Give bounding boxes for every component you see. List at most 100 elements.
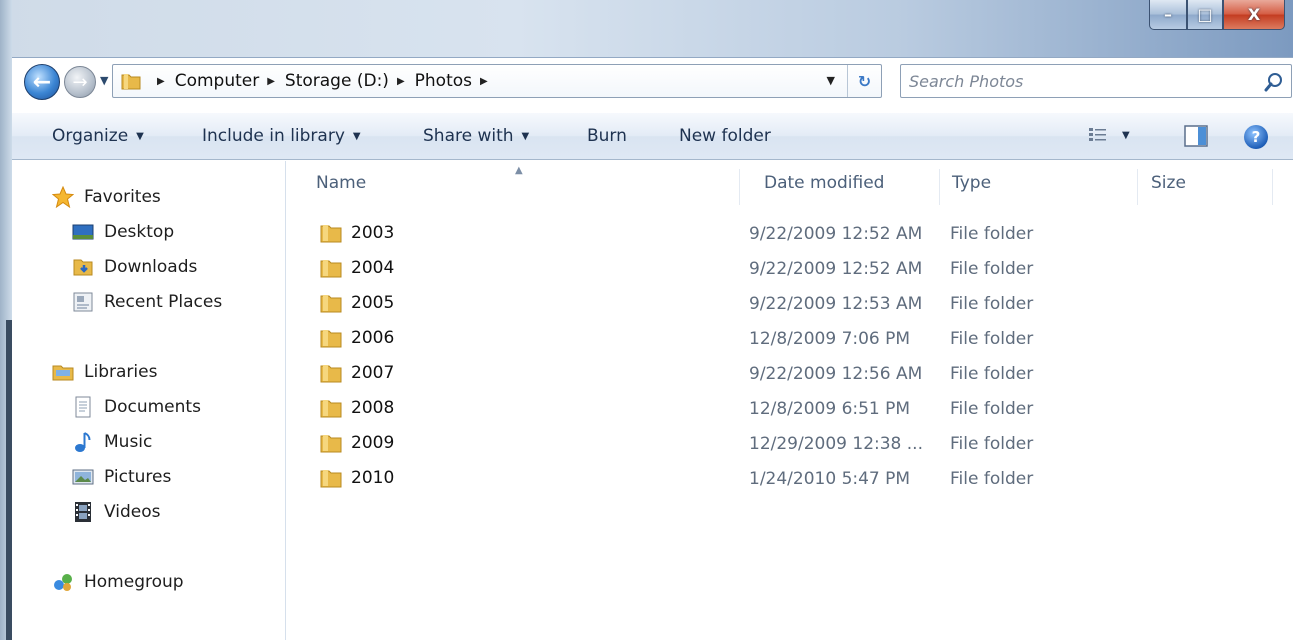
sidebar-item-homegroup[interactable]: Homegroup xyxy=(52,568,184,596)
sidebar-item-label: Downloads xyxy=(104,257,198,277)
sidebar-item-label: Videos xyxy=(104,502,161,522)
file-name-cell: 2004 xyxy=(319,256,394,280)
share-with-label: Share with xyxy=(423,126,514,146)
file-type: File folder xyxy=(950,399,1034,419)
minimize-button[interactable]: – xyxy=(1149,0,1187,30)
videos-film-icon xyxy=(72,501,94,523)
sidebar-item-documents[interactable]: Documents xyxy=(72,393,201,421)
back-button[interactable]: ← xyxy=(24,64,60,100)
table-row[interactable]: 2005 9/22/2009 12:53 AM File folder xyxy=(287,287,1293,322)
column-header-date-modified[interactable]: Date modified xyxy=(764,173,884,201)
forward-arrow-icon: → xyxy=(72,71,88,93)
file-name: 2006 xyxy=(351,328,395,348)
include-in-library-menu[interactable]: Include in library ▼ xyxy=(202,113,361,159)
title-bar[interactable] xyxy=(0,0,1293,58)
breadcrumb-storage[interactable]: Storage (D:) xyxy=(285,71,389,91)
preview-pane-icon[interactable] xyxy=(1184,125,1208,147)
sidebar-item-pictures[interactable]: Pictures xyxy=(72,463,171,491)
sidebar-item-downloads[interactable]: Downloads xyxy=(72,253,197,281)
refresh-button[interactable]: ↻ xyxy=(847,65,881,97)
breadcrumb-arrow-icon[interactable]: ▶ xyxy=(397,76,405,87)
new-folder-label: New folder xyxy=(679,126,771,146)
folder-icon xyxy=(121,74,141,90)
file-date-modified: 1/24/2010 5:47 PM xyxy=(749,469,911,489)
table-row[interactable]: 2009 12/29/2009 12:38 ... File folder xyxy=(287,427,1293,462)
share-with-menu[interactable]: Share with ▼ xyxy=(423,113,529,159)
file-type: File folder xyxy=(950,469,1034,489)
sort-ascending-icon: ▲ xyxy=(515,165,523,176)
sidebar-item-label: Desktop xyxy=(104,222,175,242)
column-divider[interactable] xyxy=(1137,169,1138,205)
table-row[interactable]: 2007 9/22/2009 12:56 AM File folder xyxy=(287,357,1293,392)
sidebar-item-favorites[interactable]: Favorites xyxy=(52,183,161,211)
navigation-row: ← → ▼ ▶ Computer ▶ Storage (D:) ▶ Photos… xyxy=(20,62,1292,102)
breadcrumb-photos[interactable]: Photos xyxy=(415,71,472,91)
sidebar-item-label: Homegroup xyxy=(84,572,184,592)
file-date-modified: 9/22/2009 12:52 AM xyxy=(749,259,923,279)
file-name-cell: 2005 xyxy=(319,291,394,315)
file-type: File folder xyxy=(950,329,1034,349)
column-header-size[interactable]: Size xyxy=(1151,173,1186,201)
back-arrow-icon: ← xyxy=(32,69,52,95)
table-row[interactable]: 2010 1/24/2010 5:47 PM File folder xyxy=(287,462,1293,497)
help-icon[interactable]: ? xyxy=(1244,125,1268,149)
caption-buttons: – □ X xyxy=(1149,0,1285,32)
maximize-button[interactable]: □ xyxy=(1187,0,1223,30)
file-type: File folder xyxy=(950,224,1034,244)
breadcrumb: ▶ Computer ▶ Storage (D:) ▶ Photos ▶ xyxy=(149,65,498,97)
breadcrumb-arrow-icon[interactable]: ▶ xyxy=(267,76,275,87)
table-row[interactable]: 2008 12/8/2009 6:51 PM File folder xyxy=(287,392,1293,427)
documents-icon xyxy=(72,396,94,418)
file-list: Name ▲ Date modified Type Size 2003 9/22… xyxy=(287,161,1293,640)
command-bar: Organize ▼ Include in library ▼ Share wi… xyxy=(12,112,1293,160)
address-bar[interactable]: ▶ Computer ▶ Storage (D:) ▶ Photos ▶ ▼ ↻ xyxy=(112,64,882,98)
breadcrumb-computer[interactable]: Computer xyxy=(175,71,260,91)
forward-button[interactable]: → xyxy=(64,66,96,98)
music-note-icon xyxy=(72,431,94,453)
search-input[interactable] xyxy=(909,69,1249,93)
column-divider[interactable] xyxy=(939,169,940,205)
recent-pages-dropdown[interactable]: ▼ xyxy=(100,74,108,87)
file-date-modified: 12/8/2009 7:06 PM xyxy=(749,329,911,349)
sidebar-item-videos[interactable]: Videos xyxy=(72,498,161,526)
table-row[interactable]: 2006 12/8/2009 7:06 PM File folder xyxy=(287,322,1293,357)
file-date-modified: 9/22/2009 12:56 AM xyxy=(749,364,923,384)
folder-icon xyxy=(320,225,342,243)
breadcrumb-arrow-icon[interactable]: ▶ xyxy=(157,76,165,87)
file-date-modified: 12/8/2009 6:51 PM xyxy=(749,399,911,419)
column-header-name[interactable]: Name xyxy=(316,173,366,201)
sidebar-item-music[interactable]: Music xyxy=(72,428,152,456)
search-icon[interactable] xyxy=(1263,71,1285,93)
file-name-cell: 2006 xyxy=(319,326,394,350)
sidebar-item-libraries[interactable]: Libraries xyxy=(52,358,157,386)
sidebar-item-recent-places[interactable]: Recent Places xyxy=(72,288,222,316)
search-box[interactable] xyxy=(900,64,1292,98)
breadcrumb-arrow-icon[interactable]: ▶ xyxy=(480,76,488,87)
column-divider[interactable] xyxy=(739,169,740,205)
change-view-button[interactable]: ▼ xyxy=(1088,125,1130,145)
recent-places-icon xyxy=(72,291,94,313)
burn-button[interactable]: Burn xyxy=(587,113,627,159)
column-header-type[interactable]: Type xyxy=(952,173,991,201)
chevron-down-icon[interactable]: ▼ xyxy=(1122,130,1130,141)
file-type: File folder xyxy=(950,434,1034,454)
sidebar-item-label: Libraries xyxy=(84,362,158,382)
file-type: File folder xyxy=(950,364,1034,384)
new-folder-button[interactable]: New folder xyxy=(679,113,771,159)
libraries-icon xyxy=(52,361,74,383)
file-name: 2008 xyxy=(351,398,395,418)
folder-icon xyxy=(320,365,342,383)
sidebar-item-desktop[interactable]: Desktop xyxy=(72,218,174,246)
sidebar-item-label: Documents xyxy=(104,397,201,417)
table-row[interactable]: 2003 9/22/2009 12:52 AM File folder xyxy=(287,217,1293,252)
column-divider[interactable] xyxy=(1272,169,1273,205)
window-left-frame xyxy=(0,0,12,640)
table-row[interactable]: 2004 9/22/2009 12:52 AM File folder xyxy=(287,252,1293,287)
close-button[interactable]: X xyxy=(1223,0,1285,30)
file-name: 2010 xyxy=(351,468,395,488)
file-name-cell: 2003 xyxy=(319,221,394,245)
folder-icon xyxy=(320,330,342,348)
organize-menu[interactable]: Organize ▼ xyxy=(52,113,144,159)
file-date-modified: 9/22/2009 12:53 AM xyxy=(749,294,923,314)
address-history-dropdown[interactable]: ▼ xyxy=(827,74,835,87)
